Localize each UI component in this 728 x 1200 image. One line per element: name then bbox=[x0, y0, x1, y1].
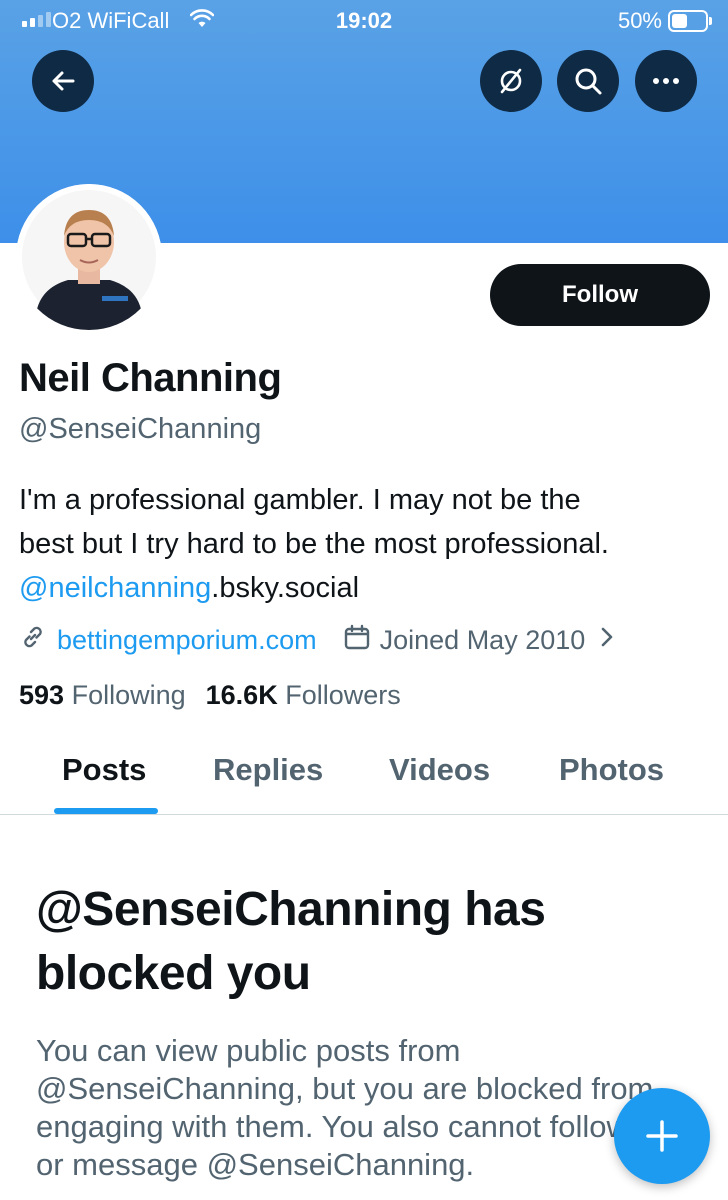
followers-label: Followers bbox=[285, 680, 401, 710]
search-icon bbox=[575, 68, 602, 95]
bio-mention-suffix: .bsky.social bbox=[211, 572, 360, 604]
website-link[interactable]: bettingemporium.com bbox=[57, 625, 317, 656]
follow-stats: 593 Following 16.6K Followers bbox=[19, 680, 401, 711]
status-bar: O2 WiFiCall 19:02 50% bbox=[0, 0, 728, 40]
avatar[interactable] bbox=[16, 184, 162, 330]
followers-link[interactable]: 16.6K Followers bbox=[206, 680, 401, 710]
following-label: Following bbox=[71, 680, 186, 710]
tab-videos[interactable]: Videos bbox=[389, 752, 490, 788]
more-icon bbox=[653, 78, 679, 84]
arrow-left-icon bbox=[52, 71, 75, 91]
following-link[interactable]: 593 Following bbox=[19, 680, 186, 710]
profile-meta: bettingemporium.com Joined May 2010 bbox=[19, 620, 615, 660]
compose-button[interactable] bbox=[614, 1088, 710, 1184]
profile-tabs: Posts Replies Videos Photos bbox=[0, 740, 728, 815]
translate-button[interactable] bbox=[480, 50, 542, 112]
chevron-right-icon[interactable] bbox=[599, 625, 615, 656]
display-name: Neil Channing bbox=[19, 356, 282, 400]
blocked-message-line: or message @SenseiChanning. bbox=[36, 1147, 475, 1182]
tab-posts[interactable]: Posts bbox=[62, 752, 146, 788]
battery-icon bbox=[668, 10, 712, 32]
bio-line: I'm a professional gambler. I may not be… bbox=[19, 484, 581, 516]
blocked-message-line: engaging with them. You also cannot foll… bbox=[36, 1109, 629, 1144]
bio-mention-link[interactable]: @neilchanning bbox=[19, 572, 211, 604]
blocked-title-line: @SenseiChanning has bbox=[36, 883, 546, 936]
plus-icon bbox=[646, 1120, 678, 1152]
blocked-message-line: @SenseiChanning, but you are blocked fro… bbox=[36, 1071, 654, 1106]
followers-count: 16.6K bbox=[205, 680, 278, 710]
profile-bio: I'm a professional gambler. I may not be… bbox=[19, 478, 719, 610]
no-translate-icon bbox=[500, 68, 522, 94]
bio-line: best but I try hard to be the most profe… bbox=[19, 528, 609, 560]
more-options-button[interactable] bbox=[635, 50, 697, 112]
blocked-message-line: You can view public posts from bbox=[36, 1033, 461, 1068]
profile-handle: @SenseiChanning bbox=[19, 413, 262, 445]
blocked-title: @SenseiChanning has blocked you bbox=[36, 878, 696, 1006]
blocked-message: You can view public posts from @SenseiCh… bbox=[36, 1032, 696, 1184]
following-count: 593 bbox=[19, 680, 65, 710]
bio-line: @neilchanning.bsky.social bbox=[19, 566, 719, 610]
tab-replies[interactable]: Replies bbox=[213, 752, 323, 788]
link-icon bbox=[19, 623, 47, 658]
tab-photos[interactable]: Photos bbox=[559, 752, 664, 788]
blocked-title-line: blocked you bbox=[36, 947, 311, 1000]
battery-percent: 50% bbox=[617, 8, 662, 33]
calendar-icon bbox=[343, 623, 371, 658]
back-button[interactable] bbox=[32, 50, 94, 112]
search-button[interactable] bbox=[557, 50, 619, 112]
active-tab-indicator bbox=[54, 808, 158, 814]
joined-date: Joined May 2010 bbox=[379, 624, 586, 655]
follow-button[interactable]: Follow bbox=[490, 264, 710, 326]
